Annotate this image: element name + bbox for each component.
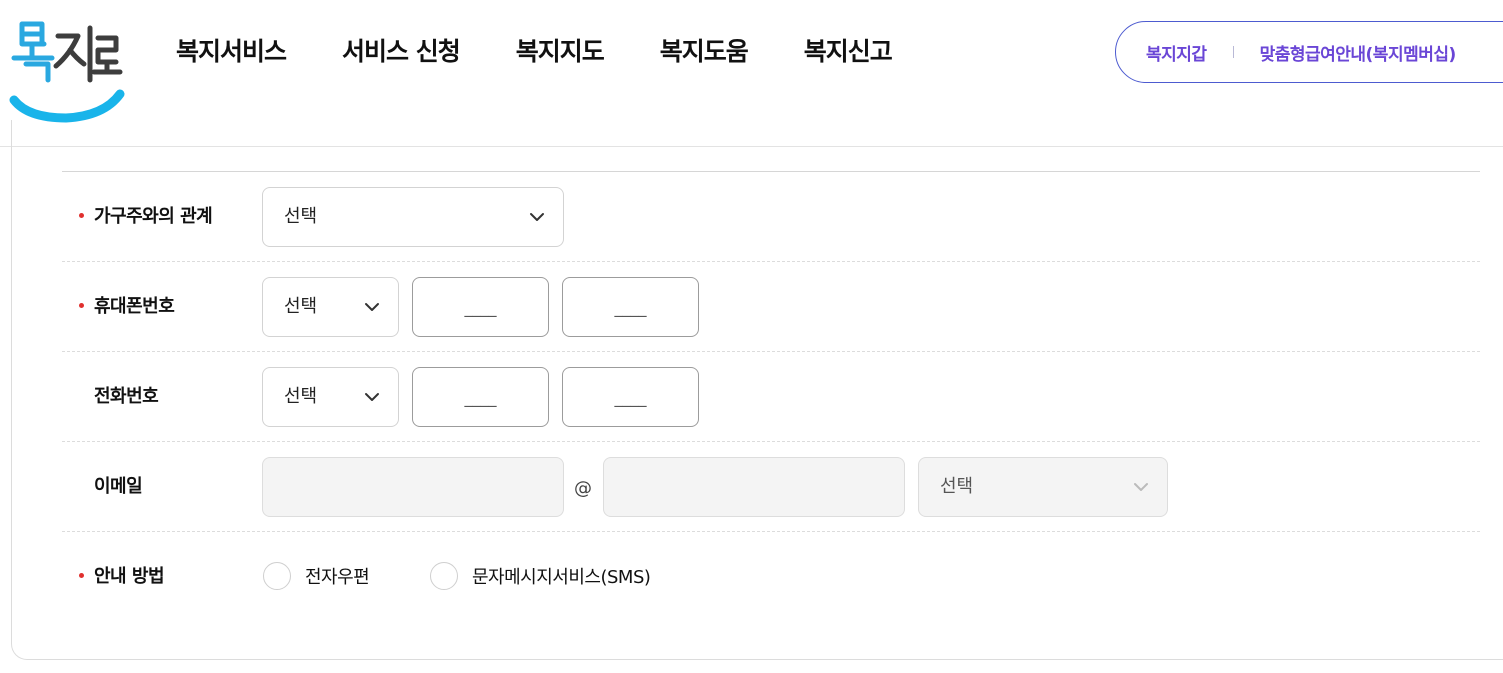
nav-welfare-service[interactable]: 복지서비스 <box>176 30 287 74</box>
notice-method-label: 안내 방법 <box>79 532 165 622</box>
util-divider <box>1232 46 1234 58</box>
contact-form: 가구주와의 관계 선택 휴대폰번호 선택 ____ ____ 전화번호 선택 _… <box>62 171 1480 622</box>
phone-label: 전화번호 <box>94 386 159 407</box>
relationship-select-value: 선택 <box>284 206 318 227</box>
mobile-prefix-select[interactable]: 선택 <box>262 277 399 337</box>
nav-welfare-report[interactable]: 복지신고 <box>804 30 893 74</box>
mobile-middle-input[interactable]: ____ <box>412 277 549 337</box>
chevron-down-icon <box>365 393 379 401</box>
nav-service-apply[interactable]: 서비스 신청 <box>342 30 461 74</box>
welfare-membership-link[interactable]: 맞춤형급여안내(복지멤버십) <box>1260 40 1457 65</box>
required-mark <box>79 213 84 218</box>
phone-prefix-select[interactable]: 선택 <box>262 367 399 427</box>
required-mark <box>79 573 84 578</box>
email-local-input[interactable] <box>262 457 564 517</box>
nav-welfare-map[interactable]: 복지지도 <box>516 30 605 74</box>
phone-middle-input[interactable]: ____ <box>412 367 549 427</box>
radio-sms[interactable] <box>430 562 458 590</box>
row-phone: 전화번호 선택 ____ ____ <box>62 352 1480 442</box>
mobile-last-input[interactable]: ____ <box>562 277 699 337</box>
radio-email-label[interactable]: 전자우편 <box>305 563 370 589</box>
utility-links: 복지지갑 맞춤형급여안내(복지멤버십) <box>1115 21 1503 83</box>
email-domain-input[interactable] <box>603 457 905 517</box>
email-at-symbol: @ <box>574 478 592 499</box>
welfare-wallet-link[interactable]: 복지지갑 <box>1146 40 1207 65</box>
bokjiro-logo-icon[interactable] <box>8 14 126 126</box>
chevron-down-icon <box>1134 483 1148 491</box>
relationship-label: 가구주와의 관계 <box>79 172 213 262</box>
nav-welfare-help[interactable]: 복지도움 <box>660 30 749 74</box>
chevron-down-icon <box>365 303 379 311</box>
email-domain-select-value: 선택 <box>940 476 974 497</box>
phone-prefix-value: 선택 <box>284 386 318 407</box>
radio-sms-label[interactable]: 문자메시지서비스(SMS) <box>472 563 651 589</box>
phone-middle-placeholder: ____ <box>464 388 497 407</box>
email-domain-select[interactable]: 선택 <box>918 457 1168 517</box>
radio-email[interactable] <box>263 562 291 590</box>
chevron-down-icon <box>530 213 544 221</box>
required-mark <box>79 303 84 308</box>
row-relationship: 가구주와의 관계 선택 <box>62 172 1480 262</box>
radio-option-sms[interactable]: 문자메시지서비스(SMS) <box>430 562 651 590</box>
mobile-prefix-value: 선택 <box>284 296 318 317</box>
row-mobile: 휴대폰번호 선택 ____ ____ <box>62 262 1480 352</box>
email-label: 이메일 <box>94 476 143 497</box>
phone-last-placeholder: ____ <box>614 388 647 407</box>
row-email: 이메일 @ 선택 <box>62 442 1480 532</box>
relationship-select[interactable]: 선택 <box>262 187 564 247</box>
row-notice-method: 안내 방법 전자우편 문자메시지서비스(SMS) <box>62 532 1480 622</box>
mobile-last-placeholder: ____ <box>614 298 647 317</box>
main-nav: 복지서비스 서비스 신청 복지지도 복지도움 복지신고 <box>176 30 948 74</box>
phone-last-input[interactable]: ____ <box>562 367 699 427</box>
mobile-label: 휴대폰번호 <box>79 262 175 352</box>
radio-option-email[interactable]: 전자우편 <box>263 562 370 590</box>
mobile-middle-placeholder: ____ <box>464 298 497 317</box>
